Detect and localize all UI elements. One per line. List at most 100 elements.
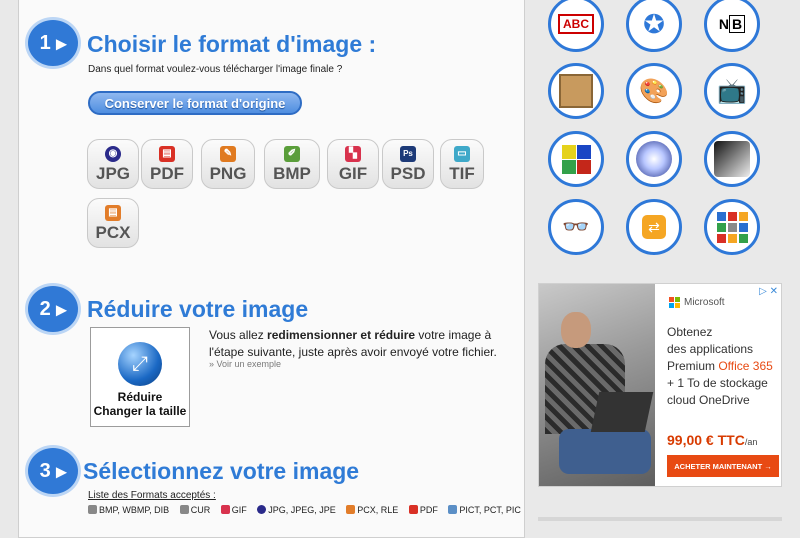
ad-line: Premium Office 365	[667, 358, 779, 375]
see-example-link[interactable]: » Voir un exemple	[209, 359, 281, 369]
format-pdf-button[interactable]: ▤ PDF	[141, 139, 193, 189]
accepted-format-item: CUR	[179, 505, 211, 515]
step-1-title: Choisir le format d'image :	[87, 31, 377, 57]
cursor-icon	[179, 505, 189, 514]
resize-box-line2: Changer la taille	[93, 404, 187, 418]
black-white-tool[interactable]: NB	[704, 0, 760, 52]
tv-effect-tool[interactable]: 📺	[704, 63, 760, 119]
jpg-icon: ◉	[105, 146, 121, 162]
step-2-title: Réduire votre image	[87, 296, 309, 322]
sidebar-divider	[538, 517, 782, 521]
format-label: JPG	[95, 164, 131, 183]
ad-brand-name: Microsoft	[684, 297, 725, 308]
accepted-format: BMP, WBMP, DIB	[99, 505, 170, 515]
ad-close-icon[interactable]: ▷ ✕	[759, 286, 778, 297]
jpg-icon	[257, 505, 267, 514]
old-photo-icon	[559, 74, 593, 108]
psd-icon: Ps	[400, 146, 416, 162]
accepted-format-item: JPG, JPEG, JPE	[257, 505, 336, 515]
ad-line: Obtenez	[667, 325, 713, 339]
format-png-button[interactable]: ✎ PNG	[201, 139, 255, 189]
3d-glasses-tool[interactable]: 👓	[548, 199, 604, 255]
convert-icon: ⇄	[642, 215, 666, 239]
format-pcx-button[interactable]: ▤ PCX	[87, 198, 139, 248]
keep-original-format-button[interactable]: Conserver le format d'origine	[88, 91, 302, 115]
accepted-format: PICT, PCT, PIC	[459, 505, 521, 515]
pcx-icon: ▤	[105, 205, 121, 221]
ad-price: 99,00 € TTC/an	[667, 432, 757, 448]
accepted-formats-title: Liste des Formats acceptés :	[88, 490, 216, 501]
accepted-format-item: PICT, PCT, PIC	[448, 505, 521, 515]
step-2-badge: 2 ▸	[28, 286, 78, 332]
accepted-format: GIF	[231, 505, 247, 515]
step-1-badge: 1 ▸	[28, 20, 78, 66]
format-label: BMP	[273, 164, 311, 183]
format-label: PDF	[150, 164, 184, 183]
palette-icon: 🎨	[639, 77, 669, 105]
format-label: PNG	[209, 164, 247, 183]
pict-icon	[448, 505, 458, 514]
png-icon: ✎	[220, 146, 236, 162]
ad-price-value: 99,00 € TTC	[667, 432, 745, 448]
step-3-badge: 3 ▸	[28, 448, 78, 494]
desc-text: Vous allez	[209, 328, 268, 342]
seal-tool[interactable]: ✪	[626, 0, 682, 52]
microsoft-office-ad[interactable]: ▷ ✕ Microsoft Obtenez des applications P…	[538, 283, 782, 487]
pcx-icon	[346, 505, 356, 514]
ad-photo-head	[561, 312, 591, 348]
resize-box-line1: Réduire	[117, 390, 163, 404]
accepted-format-item: PDF	[408, 505, 438, 515]
accepted-format: CUR	[190, 505, 211, 515]
3d-glasses-icon: 👓	[562, 214, 590, 239]
accepted-format-item: PCX, RLE	[346, 505, 398, 515]
ad-line-text: Premium	[667, 359, 719, 373]
painting-tool[interactable]: 🎨	[626, 63, 682, 119]
step-1-subtitle: Dans quel format voulez-vous télécharger…	[88, 64, 343, 75]
accepted-format: PDF	[419, 505, 438, 515]
collage-tool[interactable]	[704, 199, 760, 255]
bw-portrait-icon	[714, 141, 750, 177]
ad-line: des applications	[667, 342, 754, 356]
ad-photo-jeans	[559, 429, 651, 474]
pdf-icon: ▤	[159, 146, 175, 162]
sparkle-icon	[636, 141, 672, 177]
accepted-format-item: BMP, WBMP, DIB	[88, 505, 169, 515]
pop-art-icon	[561, 144, 591, 174]
step-2-number: 2	[39, 297, 51, 320]
bw-portrait-tool[interactable]	[704, 131, 760, 187]
format-psd-button[interactable]: Ps PSD	[382, 139, 434, 189]
ad-line: cloud OneDrive	[667, 393, 750, 407]
abc-stamp-tool[interactable]: ABC	[548, 0, 604, 52]
sparkle-tool[interactable]	[626, 131, 682, 187]
resize-description: Vous allez redimensionner et réduire vot…	[209, 327, 509, 361]
resize-image-button[interactable]: ⤢ Réduire Changer la taille	[90, 327, 190, 427]
resize-arrow-icon: ⤢	[118, 342, 162, 386]
gif-icon	[220, 505, 230, 514]
seal-icon: ✪	[643, 8, 665, 39]
ad-buy-now-button[interactable]: ACHETER MAINTENANT →	[667, 455, 779, 477]
desc-bold: redimensionner et réduire	[267, 328, 416, 342]
accepted-format: JPG, JPEG, JPE	[268, 505, 336, 515]
step-3-title: Sélectionnez votre image	[83, 458, 360, 484]
bmp-icon: ✐	[284, 146, 300, 162]
format-jpg-button[interactable]: ◉ JPG	[87, 139, 139, 189]
format-gif-button[interactable]: ▚ GIF	[327, 139, 379, 189]
pop-art-tool[interactable]	[548, 131, 604, 187]
ad-line-accent: Office 365	[718, 359, 773, 373]
format-label: TIF	[449, 164, 475, 183]
tif-icon: ▭	[454, 146, 470, 162]
ad-brand: Microsoft	[669, 297, 725, 308]
image-file-icon	[88, 505, 97, 514]
microsoft-logo-icon	[669, 297, 680, 308]
step-3-number: 3	[39, 459, 51, 482]
format-bmp-button[interactable]: ✐ BMP	[264, 139, 320, 189]
ad-photo-laptop	[590, 392, 654, 432]
old-photo-tool[interactable]	[548, 63, 604, 119]
accepted-format: PCX, RLE	[357, 505, 399, 515]
convert-tool[interactable]: ⇄	[626, 199, 682, 255]
step-1-number: 1	[39, 31, 51, 54]
format-label: PSD	[390, 164, 426, 183]
ad-line: + 1 To de stockage	[667, 376, 768, 390]
format-tif-button[interactable]: ▭ TIF	[440, 139, 484, 189]
nb-icon: NB	[719, 15, 746, 33]
